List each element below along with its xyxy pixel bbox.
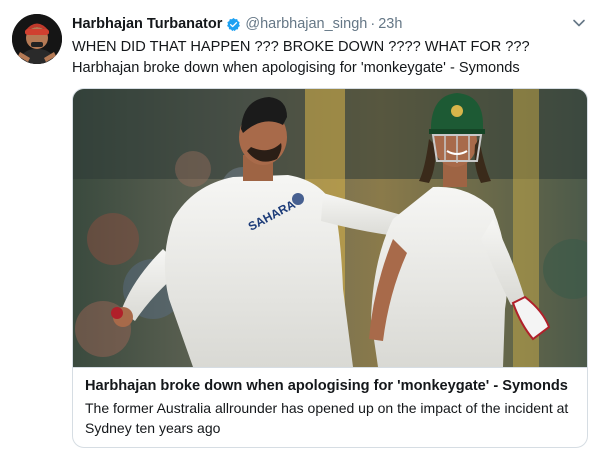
tweet: Harbhajan Turbanator @harbhajan_singh · …: [0, 0, 600, 450]
card-body: Harbhajan broke down when apologising fo…: [73, 367, 587, 447]
cricket-players-photo: SAHARA: [73, 89, 587, 367]
timestamp[interactable]: 23h: [378, 16, 402, 32]
author-handle[interactable]: @harbhajan_singh: [245, 16, 367, 32]
chevron-down-icon[interactable]: [572, 16, 586, 30]
profile-avatar-icon: [12, 14, 62, 64]
tweet-header: Harbhajan Turbanator @harbhajan_singh · …: [72, 14, 564, 34]
author-name[interactable]: Harbhajan Turbanator: [72, 16, 222, 32]
verified-badge-icon: [227, 17, 241, 31]
link-card[interactable]: SAHARA Harbhajan broke down when apologi…: [72, 88, 588, 448]
separator-dot: ·: [370, 16, 376, 32]
avatar[interactable]: [12, 14, 62, 64]
tweet-text: WHEN DID THAT HAPPEN ??? BROKE DOWN ????…: [72, 39, 530, 76]
card-description: The former Australia allrounder has open…: [85, 400, 569, 436]
card-title[interactable]: Harbhajan broke down when apologising fo…: [85, 376, 575, 396]
